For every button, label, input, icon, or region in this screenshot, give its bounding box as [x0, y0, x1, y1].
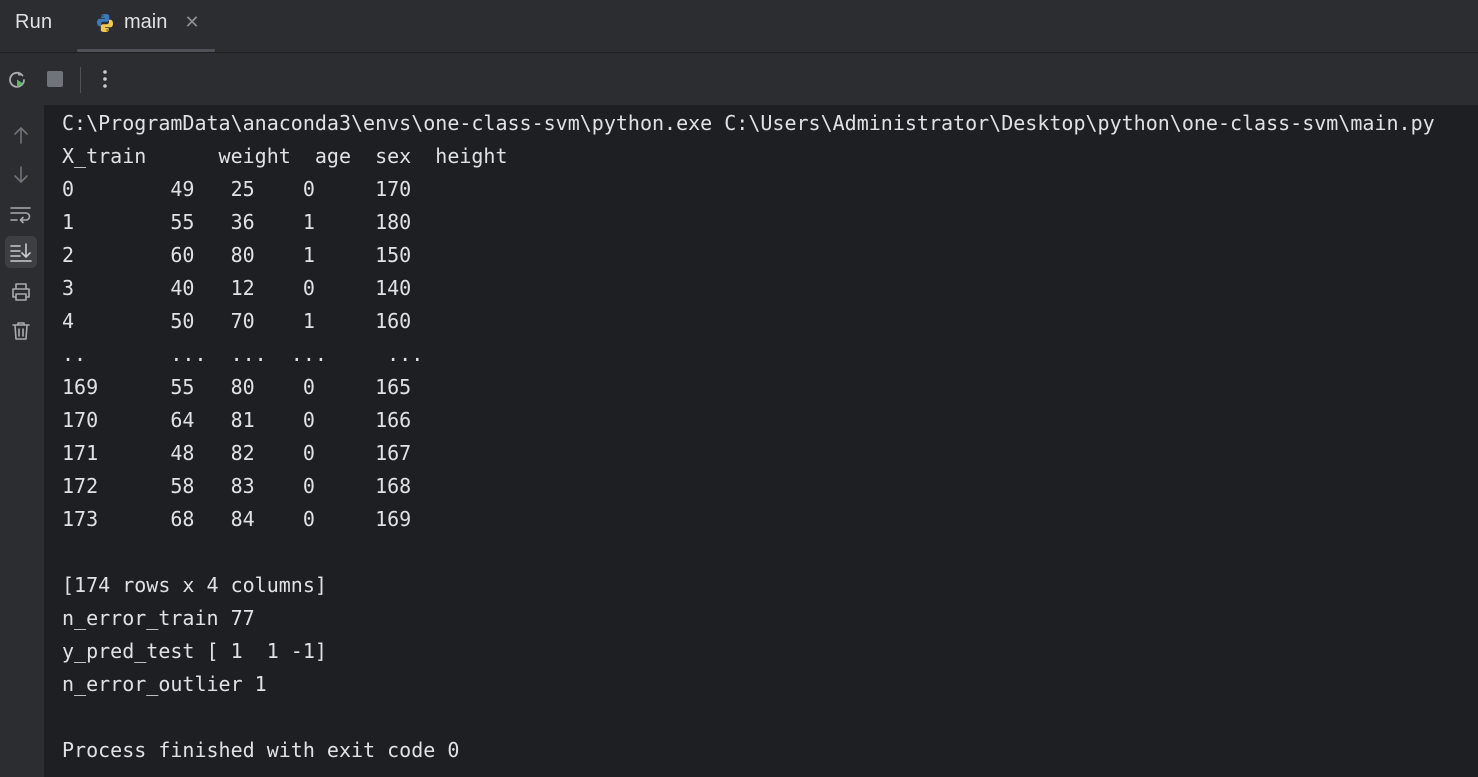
table-row: 169 55 80 0 165 [62, 375, 412, 399]
table-ellipsis-row: .. ... ... ... ... [62, 342, 424, 366]
python-icon [97, 14, 113, 32]
run-tool-window: Run main ✕ C:\ProgramData\anaconda3\envs… [0, 0, 1478, 777]
trash-icon[interactable] [5, 315, 37, 347]
table-header: X_train weight age sex height [62, 144, 508, 168]
scroll-to-end-icon[interactable] [5, 236, 37, 268]
tab-label: main [124, 11, 168, 33]
command-line: C:\ProgramData\anaconda3\envs\one-class-… [62, 111, 1435, 135]
down-arrow-icon[interactable] [5, 159, 37, 191]
tab-main[interactable]: main ✕ [77, 0, 215, 52]
table-row: 170 64 81 0 166 [62, 408, 412, 432]
run-title: Run [15, 11, 53, 33]
more-options-icon[interactable] [93, 67, 117, 91]
stop-icon[interactable] [43, 67, 67, 91]
close-icon[interactable]: ✕ [183, 14, 201, 32]
table-row: 3 40 12 0 140 [62, 276, 412, 300]
output-line: n_error_outlier 1 [62, 672, 267, 696]
soft-wrap-icon[interactable] [5, 198, 37, 230]
table-row: 172 58 83 0 168 [62, 474, 412, 498]
output-line: n_error_train 77 [62, 606, 255, 630]
table-row: 4 50 70 1 160 [62, 309, 412, 333]
table-row: 0 49 25 0 170 [62, 177, 412, 201]
run-header: Run main ✕ [0, 0, 1478, 53]
print-icon[interactable] [5, 276, 37, 308]
rerun-icon[interactable] [5, 67, 29, 91]
output-line: y_pred_test [ 1 1 -1] [62, 639, 327, 663]
table-row: 2 60 80 1 150 [62, 243, 412, 267]
table-row: 171 48 82 0 167 [62, 441, 412, 465]
run-toolbar [0, 53, 1478, 105]
up-arrow-icon[interactable] [5, 119, 37, 151]
table-row: 173 68 84 0 169 [62, 507, 412, 531]
table-row: 1 55 36 1 180 [62, 210, 412, 234]
process-exit-line: Process finished with exit code 0 [62, 738, 460, 762]
console-side-toolbar [0, 105, 44, 777]
toolbar-separator [80, 67, 81, 93]
console-output[interactable]: C:\ProgramData\anaconda3\envs\one-class-… [44, 105, 1478, 777]
active-tab-indicator [77, 49, 215, 52]
table-shape-line: [174 rows x 4 columns] [62, 573, 327, 597]
